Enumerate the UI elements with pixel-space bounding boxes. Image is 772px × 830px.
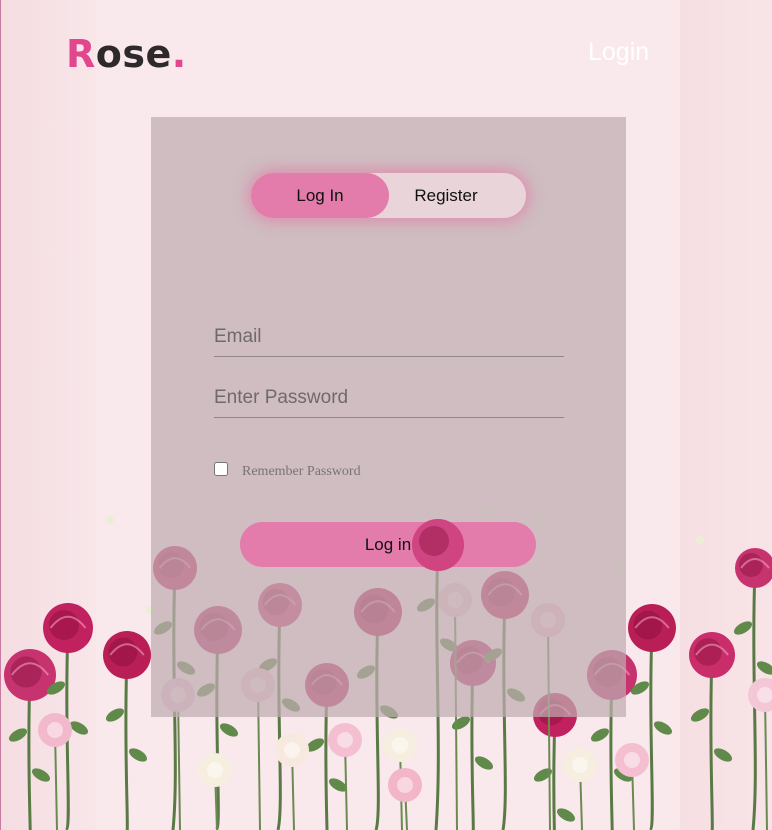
login-submit-button[interactable]: Log in	[240, 522, 536, 567]
tab-register[interactable]: Register	[381, 173, 511, 218]
auth-toggle: Log In Register	[251, 173, 526, 218]
tab-log-in[interactable]: Log In	[251, 173, 389, 218]
remember-label: Remember Password	[242, 464, 361, 479]
brand-logo[interactable]: Rose.	[66, 32, 187, 76]
email-field[interactable]	[214, 318, 564, 357]
logo-initial: R	[66, 32, 96, 76]
password-field[interactable]	[214, 379, 564, 418]
remember-checkbox[interactable]	[214, 462, 228, 476]
logo-text: ose	[95, 32, 172, 76]
logo-dot: .	[171, 32, 187, 76]
nav-login-link[interactable]: Login	[588, 38, 649, 67]
